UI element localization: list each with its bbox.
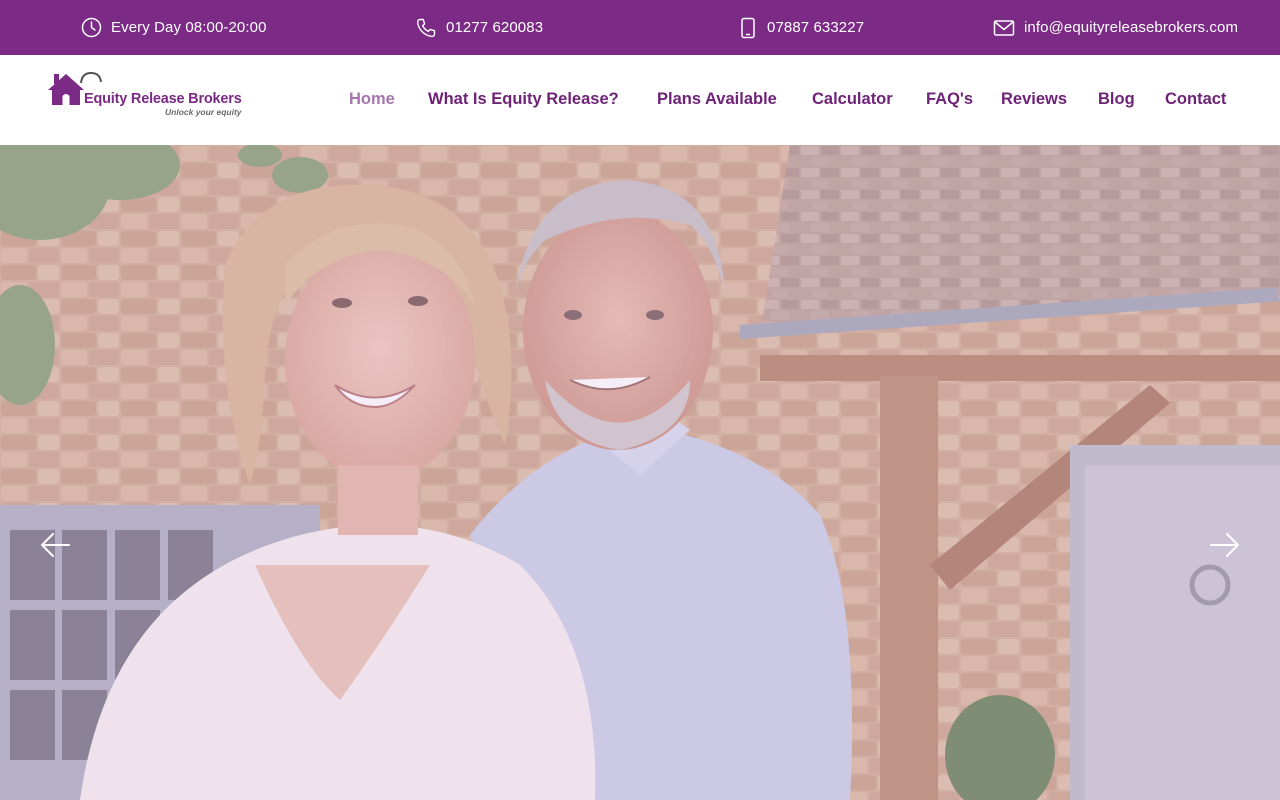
nav-item-plans-available[interactable]: Plans Available	[657, 90, 777, 109]
hero-tint-overlay	[0, 145, 1280, 800]
opening-hours-text: Every Day 08:00-20:00	[111, 19, 267, 36]
mobile-number[interactable]: 07887 633227	[767, 19, 864, 36]
phone-link[interactable]: 01277 620083	[415, 0, 543, 55]
nav-item-faqs[interactable]: FAQ's	[926, 90, 973, 109]
envelope-icon	[993, 19, 1015, 36]
nav-item-contact[interactable]: Contact	[1165, 90, 1226, 109]
email-link[interactable]: info@equityreleasebrokers.com	[993, 0, 1238, 55]
main-nav: Home What Is Equity Release? Plans Avail…	[0, 55, 1280, 145]
hero-slider	[0, 145, 1280, 800]
mobile-icon	[741, 17, 755, 38]
clock-icon	[81, 17, 102, 38]
nav-item-reviews[interactable]: Reviews	[1001, 90, 1067, 109]
arrow-left-icon	[41, 533, 70, 557]
arrow-right-icon	[1210, 533, 1239, 557]
slider-next-button[interactable]	[1208, 530, 1242, 560]
contact-bar: Every Day 08:00-20:00 01277 620083 07887…	[0, 0, 1280, 55]
phone-number[interactable]: 01277 620083	[446, 19, 543, 36]
nav-item-what-is-equity-release[interactable]: What Is Equity Release?	[428, 90, 619, 109]
opening-hours: Every Day 08:00-20:00	[81, 0, 267, 55]
nav-item-calculator[interactable]: Calculator	[812, 90, 893, 109]
nav-item-blog[interactable]: Blog	[1098, 90, 1135, 109]
nav-item-home[interactable]: Home	[349, 90, 395, 109]
phone-icon	[416, 18, 436, 37]
site-header: Equity Release Brokers Unlock your equit…	[0, 55, 1280, 145]
mobile-link[interactable]: 07887 633227	[738, 0, 864, 55]
slider-prev-button[interactable]	[38, 530, 72, 560]
email-address[interactable]: info@equityreleasebrokers.com	[1024, 19, 1238, 36]
